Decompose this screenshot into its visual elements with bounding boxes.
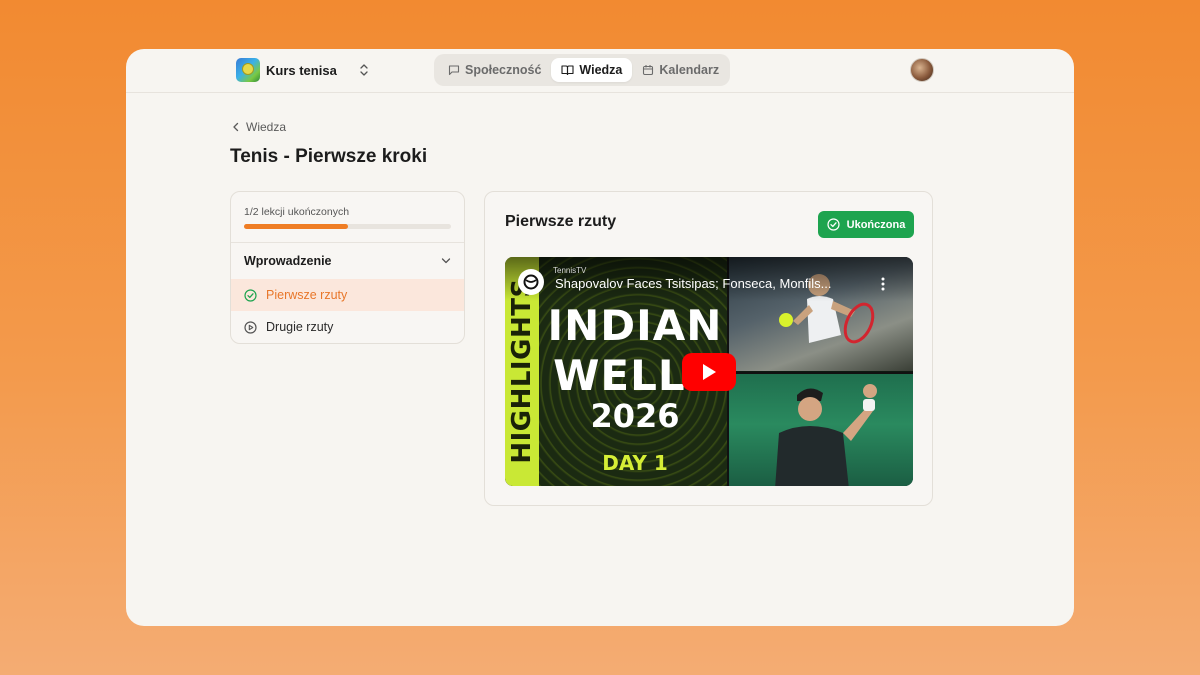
tennis-ball-image — [779, 313, 793, 327]
video-player[interactable]: HIGHLIGHTS INDIAN WELLS 2026 DAY 1 Tenni… — [505, 257, 913, 486]
space-name: Kurs tenisa — [266, 62, 337, 78]
tab-label: Społeczność — [465, 63, 542, 77]
highlights-text: HIGHLIGHTS — [507, 278, 537, 464]
tab-label: Kalendarz — [659, 63, 720, 77]
completed-label: Ukończona — [846, 218, 906, 231]
completed-button[interactable]: Ukończona — [818, 211, 914, 238]
tab-kalendarz[interactable]: Kalendarz — [632, 58, 729, 82]
lesson-item[interactable]: Drugie rzuty — [231, 311, 464, 343]
space-switcher[interactable]: Kurs tenisa — [236, 57, 337, 83]
check-circle-icon — [827, 218, 840, 231]
video-title[interactable]: Shapovalov Faces Tsitsipas; Fonseca, Mon… — [555, 276, 865, 291]
progress-bar — [244, 224, 451, 229]
space-logo — [236, 58, 260, 82]
book-open-icon — [561, 65, 574, 76]
channel-name: TennisTV — [553, 266, 587, 275]
play-icon — [703, 364, 716, 380]
chevrons-up-down-icon[interactable] — [359, 63, 369, 77]
progress-fill — [244, 224, 348, 229]
channel-logo-icon[interactable] — [518, 269, 544, 295]
lesson-content: Pierwsze rzuty Ukończona HIGHLIGHTS INDI… — [484, 191, 933, 506]
page-title: Tenis - Pierwsze kroki — [230, 146, 428, 167]
app-window: Kurs tenisa Społeczność Wiedza Kalendarz… — [126, 49, 1074, 626]
breadcrumb[interactable]: Wiedza — [232, 120, 286, 134]
top-bar: Kurs tenisa Społeczność Wiedza Kalendarz — [126, 49, 1074, 93]
tab-wiedza[interactable]: Wiedza — [551, 58, 633, 82]
thumbnail-day: DAY 1 — [602, 451, 668, 475]
more-vertical-icon[interactable] — [878, 276, 888, 292]
lesson-sidebar: 1/2 lekcji ukończonych Wprowadzenie Pier… — [230, 191, 465, 344]
check-circle-icon — [244, 288, 257, 302]
play-circle-icon — [244, 320, 257, 334]
breadcrumb-label: Wiedza — [246, 120, 287, 134]
play-button[interactable] — [682, 353, 736, 391]
user-avatar[interactable] — [910, 58, 934, 82]
tennis-player-image — [775, 384, 877, 486]
message-square-icon — [448, 65, 460, 76]
chevron-down-icon — [441, 258, 451, 264]
section-header[interactable]: Wprowadzenie — [231, 243, 464, 279]
chevron-left-icon — [233, 122, 239, 132]
lesson-item[interactable]: Pierwsze rzuty — [231, 279, 464, 311]
tab-label: Wiedza — [579, 63, 623, 77]
lesson-label: Pierwsze rzuty — [266, 288, 348, 302]
section-label: Wprowadzenie — [244, 254, 332, 268]
progress-text: 1/2 lekcji ukończonych — [244, 206, 350, 218]
lesson-title: Pierwsze rzuty — [505, 213, 617, 230]
main-nav: Społeczność Wiedza Kalendarz — [434, 54, 730, 86]
calendar-icon — [643, 65, 654, 76]
thumbnail-line1: INDIAN — [547, 301, 723, 350]
tab-spolecznosc[interactable]: Społeczność — [438, 58, 551, 82]
lesson-label: Drugie rzuty — [266, 320, 334, 334]
thumbnail-year: 2026 — [590, 397, 680, 435]
